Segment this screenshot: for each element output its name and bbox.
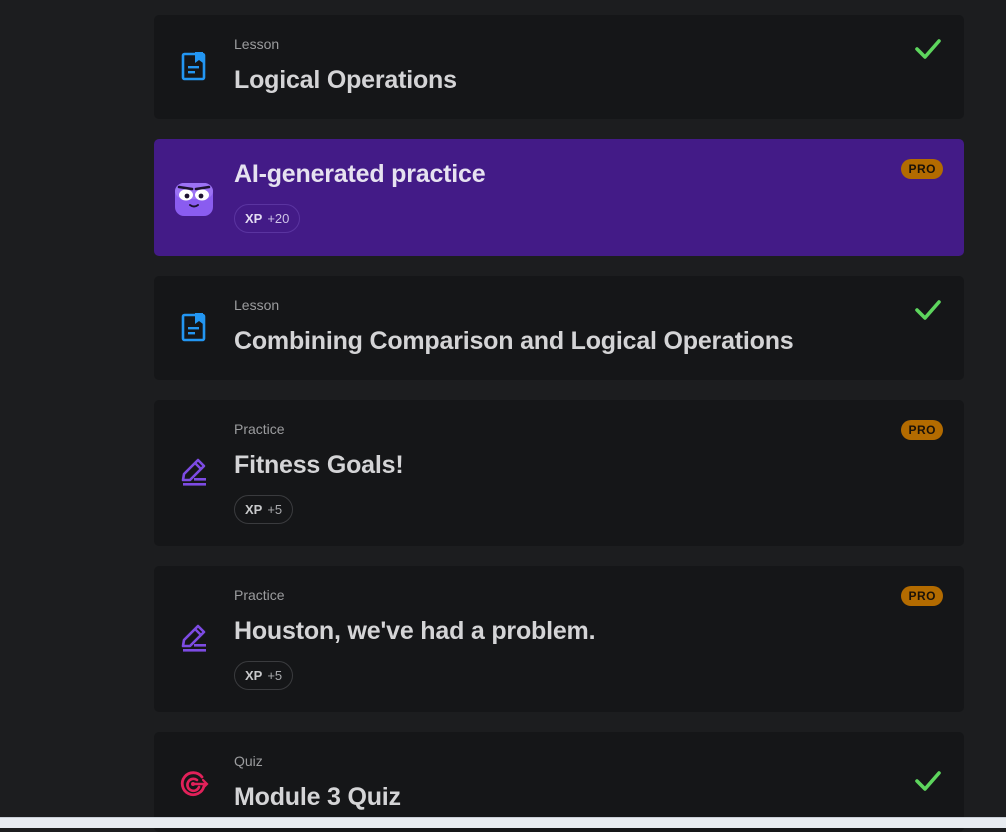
- xp-reward-badge: XP +5: [234, 661, 294, 690]
- item-title: AI-generated practice: [234, 160, 486, 188]
- ai-practice-card[interactable]: AI-generated practice XP +20 PRO: [154, 139, 964, 256]
- lesson-document-icon: [178, 50, 210, 82]
- item-title: Module 3 Quiz: [234, 783, 401, 811]
- pencil-edit-icon: [178, 456, 210, 488]
- item-title: Combining Comparison and Logical Operati…: [234, 327, 794, 355]
- xp-label: XP: [245, 668, 263, 683]
- xp-reward-badge: XP +20: [234, 204, 301, 233]
- item-type-label: Practice: [234, 587, 285, 603]
- item-type-label: Lesson: [234, 297, 280, 313]
- pro-badge: PRO: [901, 420, 943, 440]
- item-title: Fitness Goals!: [234, 451, 404, 479]
- xp-value: +5: [267, 502, 283, 517]
- xp-reward-badge: XP +5: [234, 495, 294, 524]
- item-type-label: Practice: [234, 421, 285, 437]
- item-title: Houston, we've had a problem.: [234, 617, 596, 645]
- xp-label: XP: [245, 502, 263, 517]
- item-type-label: Lesson: [234, 36, 280, 52]
- taskbar-edge: [0, 817, 1006, 828]
- completed-check-icon: [914, 298, 942, 322]
- practice-card-houston[interactable]: Practice Houston, we've had a problem. X…: [154, 566, 964, 712]
- item-title: Logical Operations: [234, 66, 457, 94]
- lesson-document-icon: [178, 311, 210, 343]
- lesson-card-logical-operations[interactable]: Lesson Logical Operations: [154, 15, 964, 119]
- completed-check-icon: [914, 37, 942, 61]
- ai-bot-icon: [172, 179, 216, 219]
- item-type-label: Quiz: [234, 753, 263, 769]
- xp-label: XP: [245, 211, 263, 226]
- pro-badge: PRO: [901, 159, 943, 179]
- lesson-card-combining-comparison[interactable]: Lesson Combining Comparison and Logical …: [154, 276, 964, 380]
- completed-check-icon: [914, 769, 942, 793]
- pencil-edit-icon: [178, 622, 210, 654]
- xp-value: +20: [267, 211, 290, 226]
- pro-badge: PRO: [901, 586, 943, 606]
- target-icon: [178, 768, 210, 800]
- xp-value: +5: [267, 668, 283, 683]
- practice-card-fitness-goals[interactable]: Practice Fitness Goals! XP +5 PRO: [154, 400, 964, 546]
